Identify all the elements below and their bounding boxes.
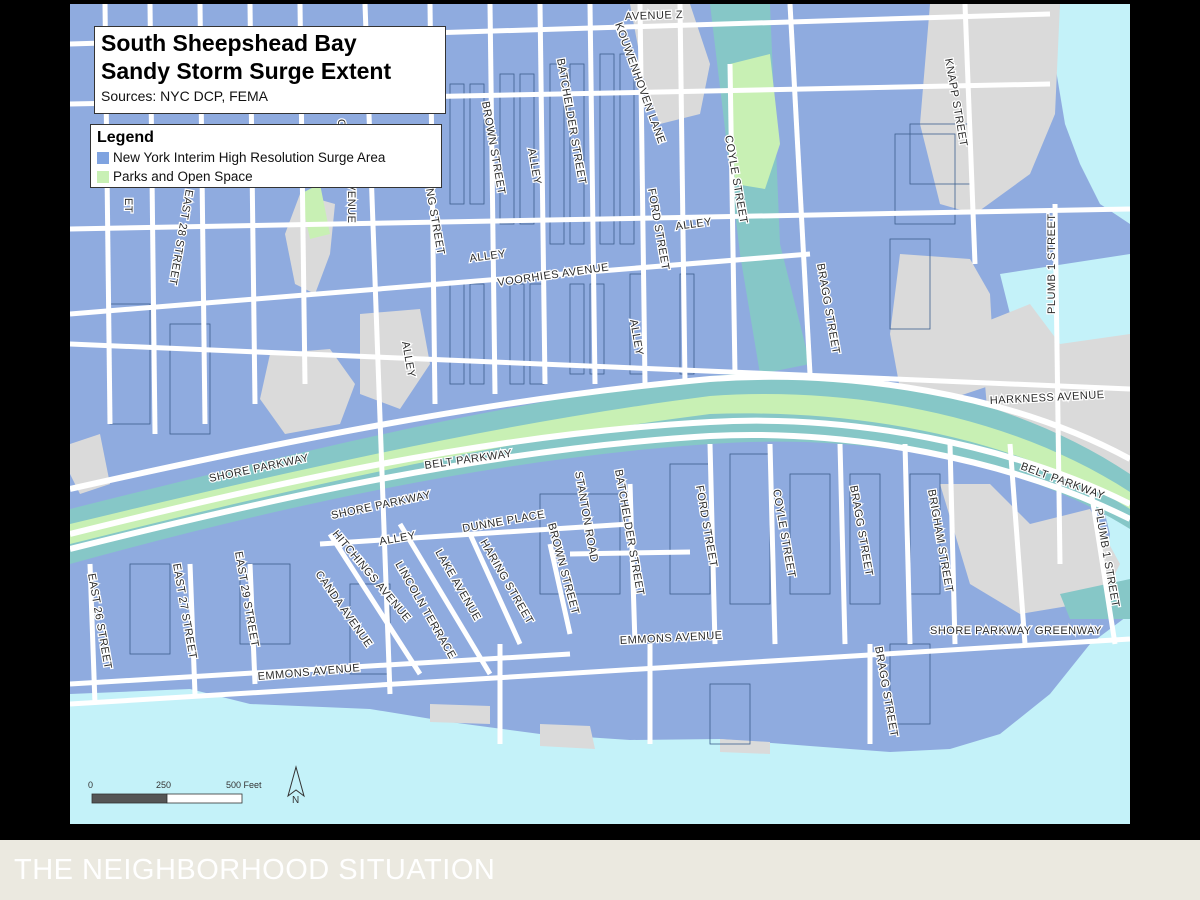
- map-frame: AVENUE Z KOUWENHOVEN LANE BATCHELDER STR…: [70, 4, 1130, 824]
- street-label-et: ET: [122, 198, 134, 213]
- scale-tick-0: 0: [88, 780, 93, 790]
- map-sources: Sources: NYC DCP, FEMA: [101, 88, 269, 104]
- legend-label-surge-area: New York Interim High Resolution Surge A…: [113, 150, 386, 165]
- legend-heading: Legend: [97, 129, 154, 146]
- street-label-shore-parkway-greenway: SHORE PARKWAY GREENWAY: [930, 625, 1102, 637]
- street-label-east-27-street: EAST 27 STREET: [170, 562, 199, 660]
- street-label-lake-avenue: LAKE AVENUE: [432, 548, 483, 624]
- north-arrow-label: N: [292, 795, 299, 806]
- slide-footer-title: THE NEIGHBORHOOD SITUATION: [14, 854, 496, 886]
- legend-swatch-parks: [97, 170, 109, 183]
- street-label-ford-street-south: FORD STREET: [693, 484, 719, 568]
- street-label-avenue-z: AVENUE Z: [625, 9, 684, 23]
- scale-tick-500: 500 Feet: [226, 780, 262, 790]
- street-label-east-26-street: EAST 26 STREET: [85, 572, 114, 670]
- street-label-plumb-1-street-north: PLUMB 1 STREET: [1046, 213, 1058, 314]
- legend-item-parks: Parks and Open Space: [97, 167, 435, 186]
- street-label-brown-street-north: BROWN STREET: [479, 100, 507, 195]
- street-label-batchelder-street-north: BATCHELDER STREET: [554, 57, 588, 185]
- map-title-line-1: South Sheepshead Bay: [101, 30, 357, 56]
- street-label-east-29-street: EAST 29 STREET: [232, 550, 261, 648]
- street-label-canda-avenue: CANDA AVENUE: [313, 569, 375, 650]
- water-bay: [70, 614, 1130, 824]
- street-label-bragg-street-far-south: BRAGG STREET: [872, 645, 900, 738]
- street-label-emmons-avenue-west: EMMONS AVENUE: [257, 662, 361, 683]
- water-northeast: [1055, 4, 1130, 224]
- map-title-line-2: Sandy Storm Surge Extent: [101, 58, 392, 84]
- street-label-ford-street-north: FORD STREET: [645, 187, 671, 271]
- street-label-stanton-road: STANTON ROAD: [572, 470, 600, 563]
- legend: Legend New York Interim High Resolution …: [90, 124, 442, 188]
- map-title-box: South Sheepshead Bay Sandy Storm Surge E…: [94, 26, 446, 114]
- scale-tick-250: 250: [156, 780, 171, 790]
- street-label-east-28-street: EAST 28 STREET: [166, 188, 195, 286]
- street-label-alley-center: ALLEY: [469, 248, 507, 265]
- street-label-bragg-street-south: BRAGG STREET: [847, 484, 875, 577]
- legend-label-parks: Parks and Open Space: [113, 169, 253, 184]
- footer-bar: THE NEIGHBORHOOD SITUATION: [0, 840, 1200, 900]
- legend-item-surge-area: New York Interim High Resolution Surge A…: [97, 148, 435, 167]
- street-label-bragg-street-north: BRAGG STREET: [814, 262, 842, 355]
- legend-swatch-surge-area: [97, 151, 109, 164]
